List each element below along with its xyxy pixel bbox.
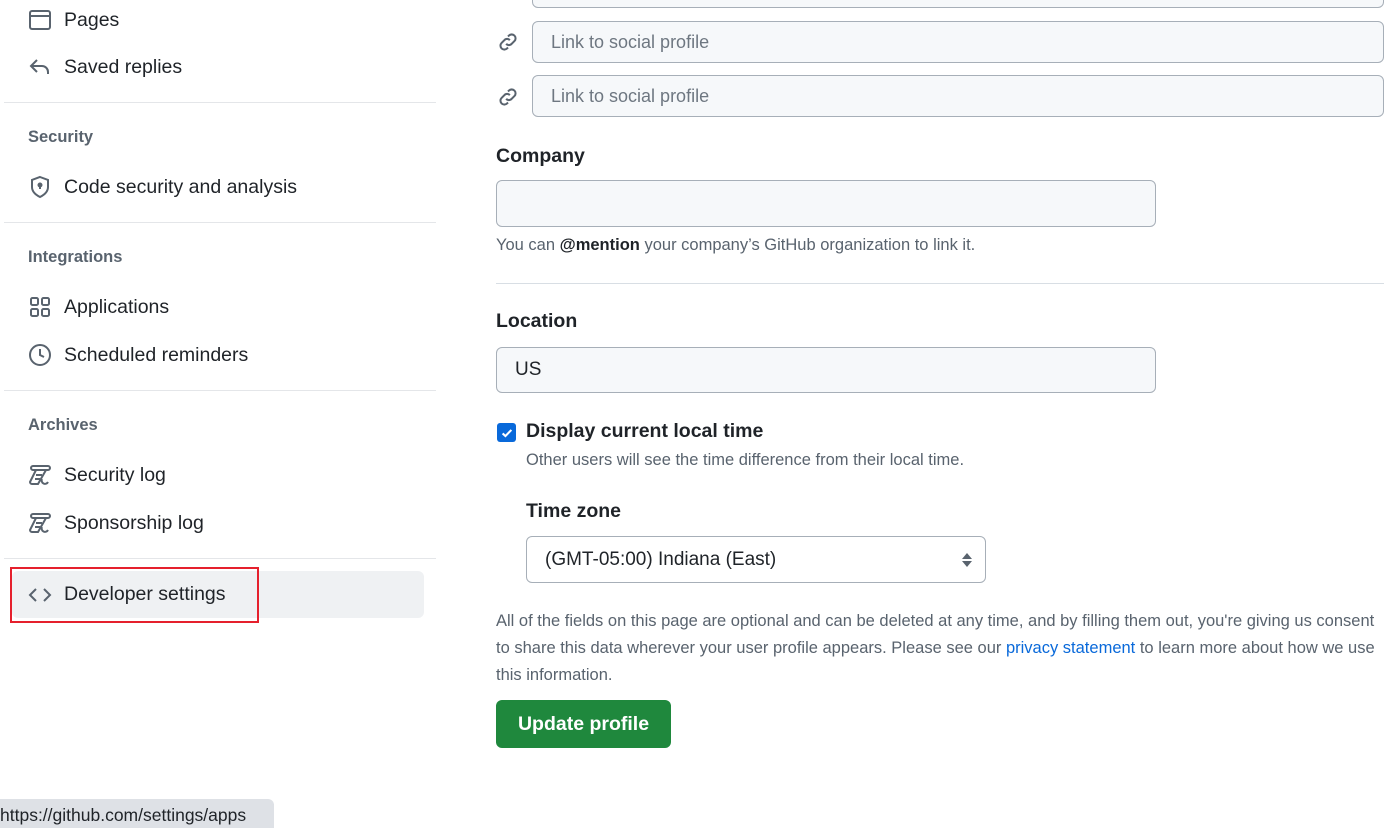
privacy-statement-link[interactable]: privacy statement xyxy=(1006,639,1135,657)
update-profile-button[interactable]: Update profile xyxy=(496,700,671,748)
company-label: Company xyxy=(496,145,585,167)
sidebar-item-sponsorship-log[interactable]: Sponsorship log xyxy=(12,500,424,546)
log-icon xyxy=(28,463,52,487)
social-profile-input[interactable] xyxy=(532,0,1384,8)
social-profile-input[interactable]: Link to social profile xyxy=(532,75,1384,117)
timezone-label: Time zone xyxy=(526,500,621,522)
divider xyxy=(4,390,436,391)
company-input[interactable] xyxy=(496,180,1156,227)
timezone-select[interactable]: (GMT-05:00) Indiana (East) xyxy=(526,536,986,583)
highlight-box xyxy=(10,567,259,623)
section-heading-archives: Archives xyxy=(28,416,98,434)
local-time-label: Display current local time xyxy=(526,420,764,442)
log-icon xyxy=(28,511,52,535)
sidebar-item-scheduled-reminders[interactable]: Scheduled reminders xyxy=(12,332,424,378)
section-heading-security: Security xyxy=(28,128,94,146)
clock-icon xyxy=(28,343,52,367)
social-profile-input[interactable]: Link to social profile xyxy=(532,21,1384,63)
local-time-checkbox[interactable] xyxy=(497,423,516,442)
sidebar-item-pages[interactable]: Pages xyxy=(12,0,424,43)
sidebar-item-saved-replies[interactable]: Saved replies xyxy=(12,44,424,90)
location-label: Location xyxy=(496,310,578,332)
divider xyxy=(496,283,1384,284)
disclaimer: All of the fields on this page are optio… xyxy=(496,612,1375,684)
company-note: You can @mention your company’s GitHub o… xyxy=(496,236,976,254)
divider xyxy=(4,222,436,223)
sidebar-item-applications[interactable]: Applications xyxy=(12,284,424,330)
link-icon xyxy=(497,86,519,113)
apps-icon xyxy=(28,295,52,319)
status-bar-url: https://github.com/settings/apps xyxy=(0,799,274,828)
divider xyxy=(4,102,436,103)
shield-lock-icon xyxy=(28,175,52,199)
sidebar-item-security-log[interactable]: Security log xyxy=(12,452,424,498)
divider xyxy=(4,558,436,559)
reply-icon xyxy=(28,55,52,79)
local-time-note: Other users will see the time difference… xyxy=(526,451,965,469)
select-arrows-icon xyxy=(961,552,973,574)
browser-icon xyxy=(28,8,52,32)
link-icon xyxy=(497,31,519,58)
sidebar-item-code-security[interactable]: Code security and analysis xyxy=(12,164,424,210)
section-heading-integrations: Integrations xyxy=(28,248,123,266)
location-input[interactable]: US xyxy=(496,347,1156,393)
